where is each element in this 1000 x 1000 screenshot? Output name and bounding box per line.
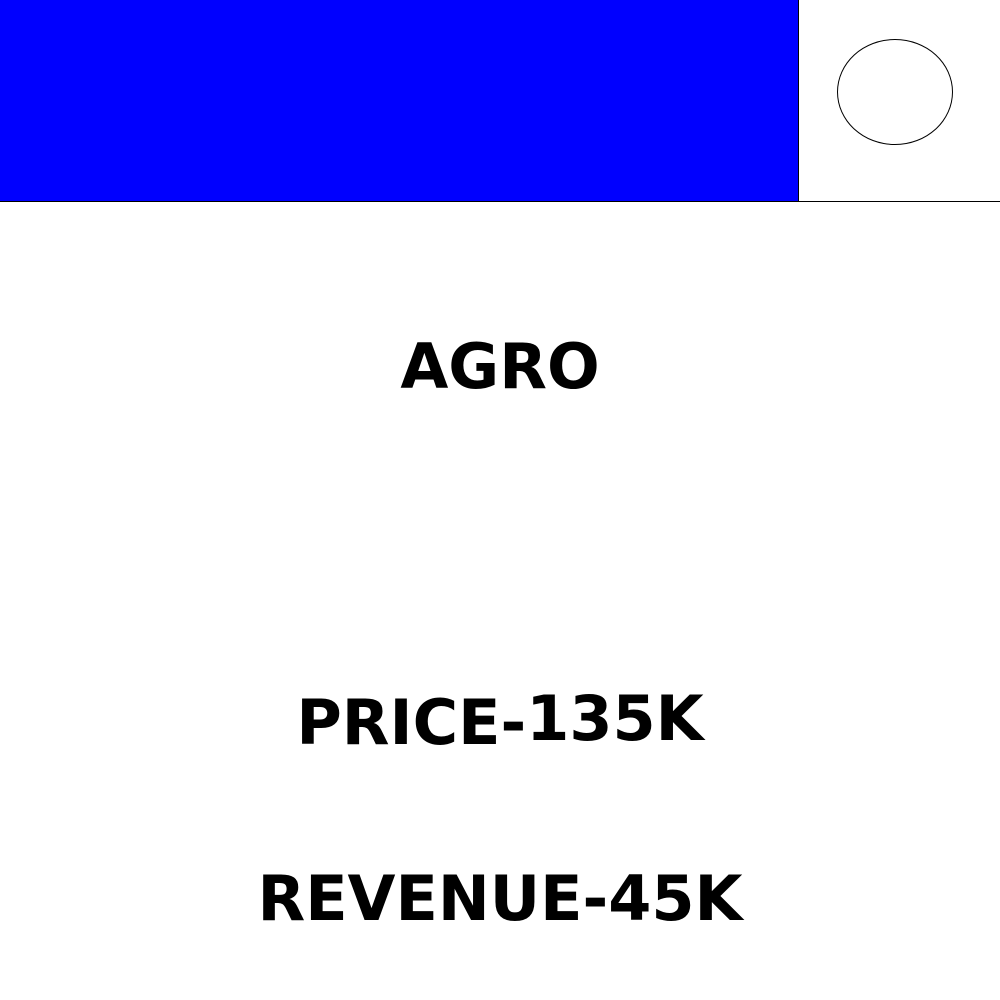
revenue-label: REVENUE- <box>257 862 609 935</box>
header-divider <box>798 0 799 202</box>
card-title: AGRO <box>400 330 600 403</box>
revenue-line: REVENUE-45K <box>0 868 1000 930</box>
header-color-band <box>0 0 799 202</box>
price-line: PRICE-135K <box>0 688 1000 754</box>
circle-icon <box>837 39 953 145</box>
revenue-value: 45K <box>608 862 743 935</box>
header-bottom-rule <box>0 201 1000 202</box>
price-label: PRICE- <box>296 686 527 759</box>
price-value: 135K <box>526 682 704 755</box>
